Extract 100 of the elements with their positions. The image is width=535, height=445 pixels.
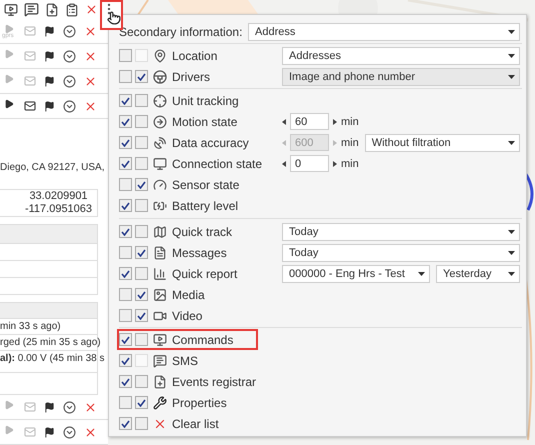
- checkmark-icon: [121, 96, 130, 104]
- dropdown-select[interactable]: Addresses: [282, 46, 520, 64]
- secondary-checkbox[interactable]: [135, 178, 148, 191]
- sms-icon[interactable]: [24, 2, 39, 17]
- option-label: Unit tracking: [172, 94, 240, 108]
- chevron-circle-icon[interactable]: [63, 400, 76, 414]
- option-label: Connection state: [172, 156, 264, 170]
- secondary-checkbox[interactable]: [135, 94, 148, 107]
- flag-icon[interactable]: [44, 426, 55, 438]
- option-label: Data accuracy: [172, 136, 250, 150]
- file-plus-icon[interactable]: [45, 2, 59, 16]
- secondary-checkbox[interactable]: [135, 267, 148, 280]
- secondary-checkbox[interactable]: [135, 288, 148, 301]
- secondary-checkbox[interactable]: [135, 115, 148, 128]
- checkmark-icon: [137, 248, 146, 256]
- flag-icon[interactable]: [44, 76, 55, 86]
- show-checkbox[interactable]: [119, 115, 132, 128]
- show-checkbox[interactable]: [119, 267, 132, 280]
- option-label: Battery level: [172, 198, 240, 212]
- arrow-circle-icon: [153, 114, 167, 128]
- show-checkbox[interactable]: [119, 375, 132, 388]
- caret-icon: [508, 140, 515, 144]
- chevron-circle-icon[interactable]: [63, 24, 76, 38]
- delete-icon[interactable]: [84, 100, 97, 112]
- envelope-icon[interactable]: [24, 100, 36, 112]
- show-checkbox[interactable]: [119, 288, 132, 301]
- checkmark-icon: [137, 72, 146, 80]
- secondary-checkbox[interactable]: [135, 396, 148, 409]
- flag-icon[interactable]: [44, 50, 55, 62]
- hand-cursor-icon: [107, 11, 121, 25]
- chevron-circle-icon[interactable]: [63, 74, 76, 88]
- dropdown-select[interactable]: Today: [282, 244, 520, 262]
- chevron-circle-icon[interactable]: [63, 426, 76, 438]
- crosshair-icon: [153, 94, 167, 108]
- show-checkbox[interactable]: [119, 157, 132, 170]
- flag-icon[interactable]: [44, 26, 55, 36]
- secondary-checkbox[interactable]: [135, 225, 148, 238]
- flag-icon[interactable]: [44, 402, 55, 412]
- steering-wheel-icon: [153, 70, 167, 84]
- chevron-circle-icon[interactable]: [63, 50, 76, 62]
- caret-icon: [508, 250, 515, 254]
- secondary-information-select[interactable]: Address: [248, 22, 520, 40]
- play-icon[interactable]: [4, 99, 14, 109]
- show-checkbox[interactable]: [119, 333, 132, 346]
- sensor-text: al): 0.00 V (45 min 38 s: [0, 353, 104, 364]
- decrease-arrow-icon[interactable]: [282, 160, 286, 166]
- decrease-arrow-icon[interactable]: [282, 118, 286, 124]
- delete-icon[interactable]: [84, 400, 97, 414]
- delete-icon[interactable]: [85, 3, 98, 16]
- show-checkbox[interactable]: [119, 136, 132, 149]
- show-checkbox[interactable]: [119, 396, 132, 409]
- dropdown-select[interactable]: Today: [282, 222, 520, 240]
- delete-icon[interactable]: [84, 426, 97, 438]
- secondary-checkbox[interactable]: [135, 136, 148, 149]
- show-checkbox[interactable]: [119, 225, 132, 238]
- secondary-checkbox[interactable]: [135, 417, 148, 430]
- delete-icon[interactable]: [84, 74, 97, 88]
- checkmark-icon: [121, 118, 130, 126]
- increase-arrow-icon[interactable]: [333, 160, 337, 166]
- coordinate-text: -117.0951063: [24, 203, 92, 216]
- option-label: Events registrar: [172, 374, 258, 388]
- secondary-checkbox[interactable]: [135, 333, 148, 346]
- secondary-checkbox[interactable]: [135, 246, 148, 259]
- show-checkbox[interactable]: [119, 417, 132, 430]
- clipboard-icon[interactable]: [65, 2, 79, 16]
- show-checkbox[interactable]: [119, 49, 132, 62]
- wrench-icon: [153, 396, 167, 410]
- flag-icon[interactable]: [44, 100, 55, 112]
- secondary-checkbox[interactable]: [135, 70, 148, 83]
- secondary-checkbox[interactable]: [135, 375, 148, 388]
- dropdown-select[interactable]: Yesterday: [436, 264, 520, 282]
- secondary-checkbox[interactable]: [135, 157, 148, 170]
- number-field[interactable]: 60: [290, 113, 329, 130]
- dropdown-select[interactable]: Without filtration: [364, 134, 520, 152]
- number-field[interactable]: 0: [290, 155, 329, 172]
- option-label: SMS: [172, 354, 200, 368]
- option-label: Quick track: [172, 224, 234, 238]
- monitor-icon: [153, 156, 167, 170]
- checkmark-icon: [121, 138, 130, 146]
- increase-arrow-icon[interactable]: [333, 118, 337, 124]
- show-checkbox[interactable]: [119, 94, 132, 107]
- monitor-play-icon[interactable]: [4, 2, 18, 16]
- caret-icon: [508, 30, 515, 34]
- delete-icon[interactable]: [84, 50, 97, 62]
- show-checkbox[interactable]: [119, 309, 132, 322]
- checkmark-icon: [121, 378, 130, 386]
- monitor-play-icon: [153, 332, 167, 346]
- dropdown-select[interactable]: 000000 - Eng Hrs - Test: [282, 264, 430, 282]
- show-checkbox[interactable]: [119, 199, 132, 212]
- secondary-information-label: Secondary information:: [119, 24, 244, 38]
- secondary-checkbox[interactable]: [135, 199, 148, 212]
- show-checkbox[interactable]: [119, 354, 132, 367]
- show-checkbox[interactable]: [119, 70, 132, 83]
- chevron-circle-icon[interactable]: [63, 100, 76, 112]
- show-checkbox[interactable]: [119, 246, 132, 259]
- secondary-checkbox[interactable]: [135, 309, 148, 322]
- delete-icon[interactable]: [84, 24, 97, 38]
- satellite-icon: [153, 136, 167, 150]
- option-label: Drivers: [172, 70, 211, 84]
- show-checkbox[interactable]: [119, 178, 132, 191]
